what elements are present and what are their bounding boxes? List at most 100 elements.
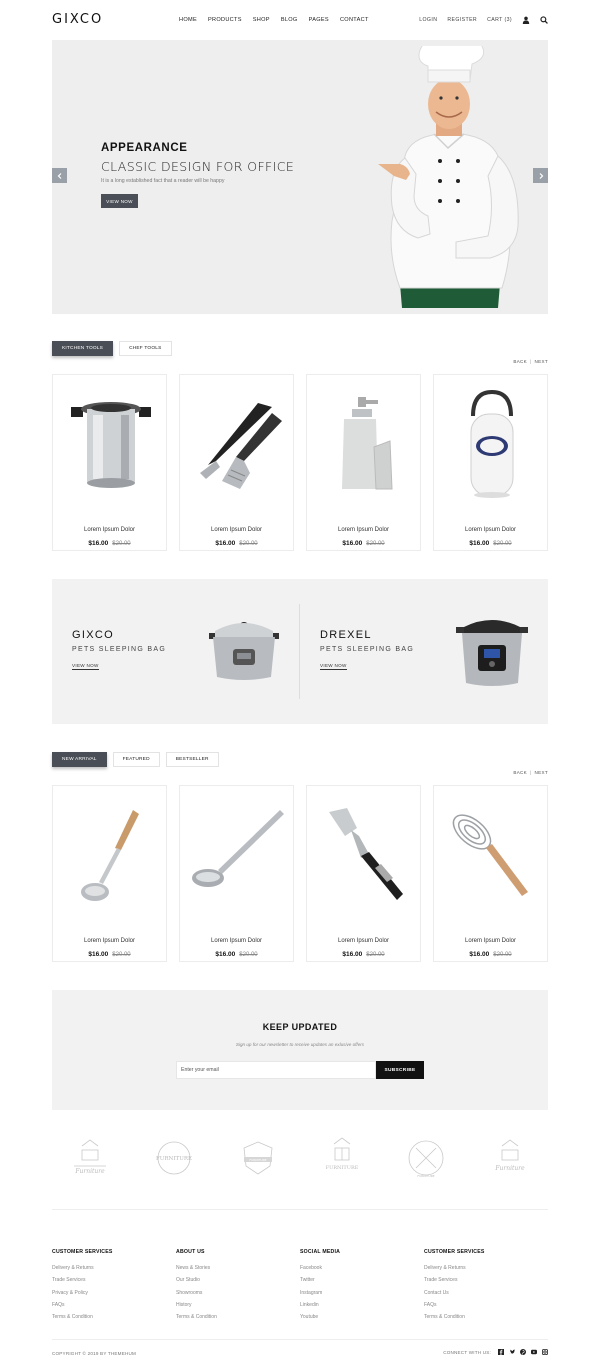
product-name[interactable]: Lorem Ipsum Dolor <box>434 938 547 944</box>
product-card[interactable]: Lorem Ipsum Dolor $16.00 $20.00 <box>433 374 548 551</box>
pager-separator: | <box>530 359 532 364</box>
footer-link[interactable]: Privacy & Policy <box>52 1290 162 1302</box>
product-name[interactable]: Lorem Ipsum Dolor <box>180 527 293 533</box>
brand-logo[interactable]: FURNITURE <box>404 1136 448 1180</box>
promo-right-link[interactable]: VIEW NOW <box>320 663 347 670</box>
footer-link[interactable]: Terms & Condition <box>424 1314 534 1326</box>
brand-logo[interactable]: FURNITURE <box>236 1136 280 1180</box>
newsletter-title: KEEP UPDATED <box>262 1022 338 1032</box>
pinterest-icon[interactable] <box>520 1349 526 1355</box>
footer-column-title: CUSTOMER SERVICES <box>52 1249 113 1255</box>
product-price: $16.00 <box>215 540 236 547</box>
soap-dispenser-icon <box>341 397 393 490</box>
product-card[interactable]: Lorem Ipsum Dolor $16.00 $20.00 <box>433 785 548 962</box>
site-header: GIXCO HOME PRODUCTS SHOP BLOG PAGES CONT… <box>52 10 548 32</box>
product-name[interactable]: Lorem Ipsum Dolor <box>307 527 420 533</box>
footer-link[interactable]: Instagram <box>300 1290 410 1302</box>
tab-bestseller[interactable]: BESTSELLER <box>165 752 219 767</box>
pager-back[interactable]: BACK <box>513 359 527 364</box>
product-name[interactable]: Lorem Ipsum Dolor <box>307 938 420 944</box>
tab-kitchen-tools[interactable]: KITCHEN TOOLS <box>52 341 114 356</box>
nav-home[interactable]: HOME <box>179 17 197 23</box>
product-name[interactable]: Lorem Ipsum Dolor <box>180 938 293 944</box>
footer-column-customer-services: CUSTOMER SERVICES Delivery & Returns Tra… <box>52 1249 162 1326</box>
product-card[interactable]: Lorem Ipsum Dolor $16.00 $20.00 <box>306 785 421 962</box>
footer-link[interactable]: Delivery & Returns <box>424 1265 534 1277</box>
pager-1: BACK | NEXT <box>513 359 548 364</box>
slider-prev-button[interactable] <box>52 168 67 183</box>
facebook-icon[interactable] <box>498 1349 504 1355</box>
footer-link[interactable]: FAQs <box>52 1302 162 1314</box>
user-icon[interactable] <box>522 16 530 24</box>
search-icon[interactable] <box>540 16 548 24</box>
login-link[interactable]: LOGIN <box>419 17 437 23</box>
pager-next[interactable]: NEXT <box>535 359 548 364</box>
brand-logo[interactable]: FURNITURE <box>320 1136 364 1180</box>
pressure-cooker-image <box>456 620 528 686</box>
product-card[interactable]: Lorem Ipsum Dolor $16.00 $20.00 <box>306 374 421 551</box>
product-tabs-2: NEW ARRIVAL FEATURED BESTSELLER <box>52 752 219 767</box>
pager-back[interactable]: BACK <box>513 770 527 775</box>
product-card[interactable]: Lorem Ipsum Dolor $16.00 $20.00 <box>179 374 294 551</box>
footer-link[interactable]: Linkedin <box>300 1302 410 1314</box>
pager-next[interactable]: NEXT <box>535 770 548 775</box>
tab-chef-tools[interactable]: CHEF TOOLS <box>119 341 172 356</box>
footer-link[interactable]: News & Stories <box>176 1265 286 1277</box>
product-name[interactable]: Lorem Ipsum Dolor <box>53 527 166 533</box>
product-price: $16.00 <box>215 951 236 958</box>
promo-left-link[interactable]: VIEW NOW <box>72 663 99 670</box>
hero-view-now-button[interactable]: VIEW NOW <box>101 194 138 208</box>
footer-link[interactable]: History <box>176 1302 286 1314</box>
footer-link[interactable]: Contact Us <box>424 1290 534 1302</box>
tab-new-arrival[interactable]: NEW ARRIVAL <box>52 752 107 767</box>
product-old-price: $20.00 <box>112 952 131 958</box>
subscribe-button[interactable]: SUBSCRIBE <box>376 1061 424 1079</box>
footer-link[interactable]: Showrooms <box>176 1290 286 1302</box>
nav-pages[interactable]: PAGES <box>309 17 329 23</box>
product-tabs-1: KITCHEN TOOLS CHEF TOOLS <box>52 341 172 356</box>
footer-link[interactable]: Terms & Condition <box>176 1314 286 1326</box>
footer-column-about-us: ABOUT US News & Stories Our Studio Showr… <box>176 1249 286 1326</box>
email-field[interactable]: Enter your email <box>176 1061 376 1079</box>
product-price: $16.00 <box>469 540 490 547</box>
footer-link[interactable]: Our Studio <box>176 1277 286 1289</box>
brand-logo[interactable]: Furniture <box>488 1136 532 1180</box>
brand-text: FURNITURE <box>326 1165 359 1171</box>
nav-shop[interactable]: SHOP <box>253 17 270 23</box>
footer-link[interactable]: Youtube <box>300 1314 410 1326</box>
register-link[interactable]: REGISTER <box>447 17 477 23</box>
nav-products[interactable]: PRODUCTS <box>208 17 242 23</box>
slider-next-button[interactable] <box>533 168 548 183</box>
brand-logos: Furniture FURNITURE FURNITURE FURNITURE … <box>52 1136 548 1186</box>
instagram-icon[interactable] <box>542 1349 548 1355</box>
footer-link[interactable]: Delivery & Returns <box>52 1265 162 1277</box>
twitter-icon[interactable] <box>509 1349 515 1355</box>
tab-featured[interactable]: FEATURED <box>112 752 160 767</box>
product-old-price: $20.00 <box>493 952 512 958</box>
copyright-text: COPYRIGHT © 2019 BY THEMEHUM <box>52 1351 137 1356</box>
nav-blog[interactable]: BLOG <box>281 17 298 23</box>
footer-link[interactable]: Terms & Condition <box>52 1314 162 1326</box>
footer-link[interactable]: Twitter <box>300 1277 410 1289</box>
footer-link[interactable]: Facebook <box>300 1265 410 1277</box>
nav-contact[interactable]: CONTACT <box>340 17 369 23</box>
brand-logo[interactable]: FURNITURE <box>152 1136 196 1180</box>
product-card[interactable]: Lorem Ipsum Dolor $16.00 $20.00 <box>52 374 167 551</box>
main-nav: HOME PRODUCTS SHOP BLOG PAGES CONTACT <box>179 17 369 23</box>
spatula-icon <box>328 808 403 900</box>
newsletter-section: KEEP UPDATED Sign up for our newsletter … <box>52 990 548 1110</box>
product-card[interactable]: Lorem Ipsum Dolor $16.00 $20.00 <box>179 785 294 962</box>
product-name[interactable]: Lorem Ipsum Dolor <box>53 938 166 944</box>
youtube-icon[interactable] <box>531 1349 537 1355</box>
product-price: $16.00 <box>342 951 363 958</box>
brand-logo[interactable]: Furniture <box>68 1136 112 1180</box>
cart-link[interactable]: CART (3) <box>487 17 512 23</box>
product-name[interactable]: Lorem Ipsum Dolor <box>434 527 547 533</box>
footer-link[interactable]: Trade Services <box>52 1277 162 1289</box>
footer-link[interactable]: Trade Services <box>424 1277 534 1289</box>
connect-label: CONNECT WITH US: <box>443 1349 491 1355</box>
product-card[interactable]: Lorem Ipsum Dolor $16.00 $20.00 <box>52 785 167 962</box>
logo[interactable]: GIXCO <box>52 12 103 27</box>
footer-link[interactable]: FAQs <box>424 1302 534 1314</box>
product-old-price: $20.00 <box>239 952 258 958</box>
